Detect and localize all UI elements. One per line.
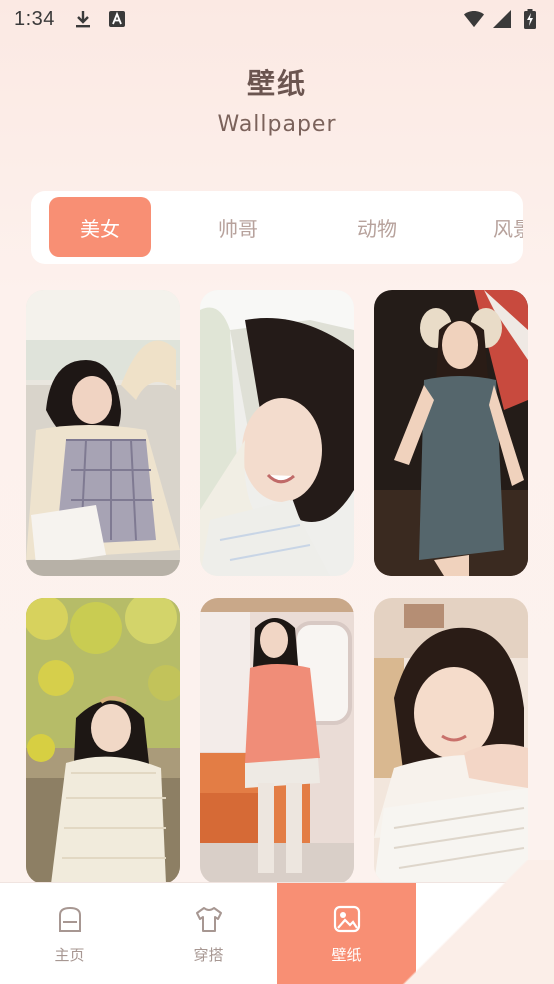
tshirt-icon	[194, 904, 224, 938]
wallpaper-card[interactable]	[26, 290, 180, 576]
a-badge-icon	[107, 9, 127, 29]
wallpaper-image	[26, 290, 180, 576]
battery-charging-icon	[520, 9, 540, 29]
tab-animals[interactable]: 动物	[326, 197, 428, 257]
wallpaper-image	[200, 598, 354, 884]
tab-handsome[interactable]: 帅哥	[187, 197, 289, 257]
wallpaper-card[interactable]	[200, 290, 354, 576]
page-curl-decoration	[380, 860, 554, 984]
wallpaper-card[interactable]	[200, 598, 354, 884]
wifi-icon	[464, 9, 484, 29]
nav-wallpaper-label: 壁纸	[331, 945, 362, 964]
nav-home[interactable]: 主页	[0, 883, 139, 984]
home-icon	[55, 904, 85, 938]
download-icon	[73, 9, 93, 29]
wallpaper-image	[26, 598, 180, 884]
wallpaper-icon	[332, 904, 362, 938]
wallpaper-image	[200, 290, 354, 576]
wallpaper-image	[374, 290, 528, 576]
status-bar: 1:34	[0, 0, 554, 38]
nav-outfits[interactable]: 穿搭	[139, 883, 278, 984]
wallpaper-image	[374, 598, 528, 884]
nav-home-label: 主页	[54, 945, 85, 964]
page-title: 壁纸	[246, 67, 307, 100]
tab-beauty[interactable]: 美女	[49, 197, 151, 257]
category-tabs: 美女 帅哥 动物 风景	[31, 191, 523, 264]
status-time: 1:34	[14, 7, 55, 30]
tab-scenery[interactable]: 风景	[465, 197, 523, 257]
wallpaper-card[interactable]	[374, 598, 528, 884]
page-subtitle: Wallpaper	[217, 112, 337, 137]
wallpaper-card[interactable]	[374, 290, 528, 576]
page-header: 壁纸 Wallpaper	[0, 62, 554, 137]
nav-outfits-label: 穿搭	[193, 945, 224, 964]
wallpaper-card[interactable]	[26, 598, 180, 884]
signal-icon	[492, 9, 512, 29]
